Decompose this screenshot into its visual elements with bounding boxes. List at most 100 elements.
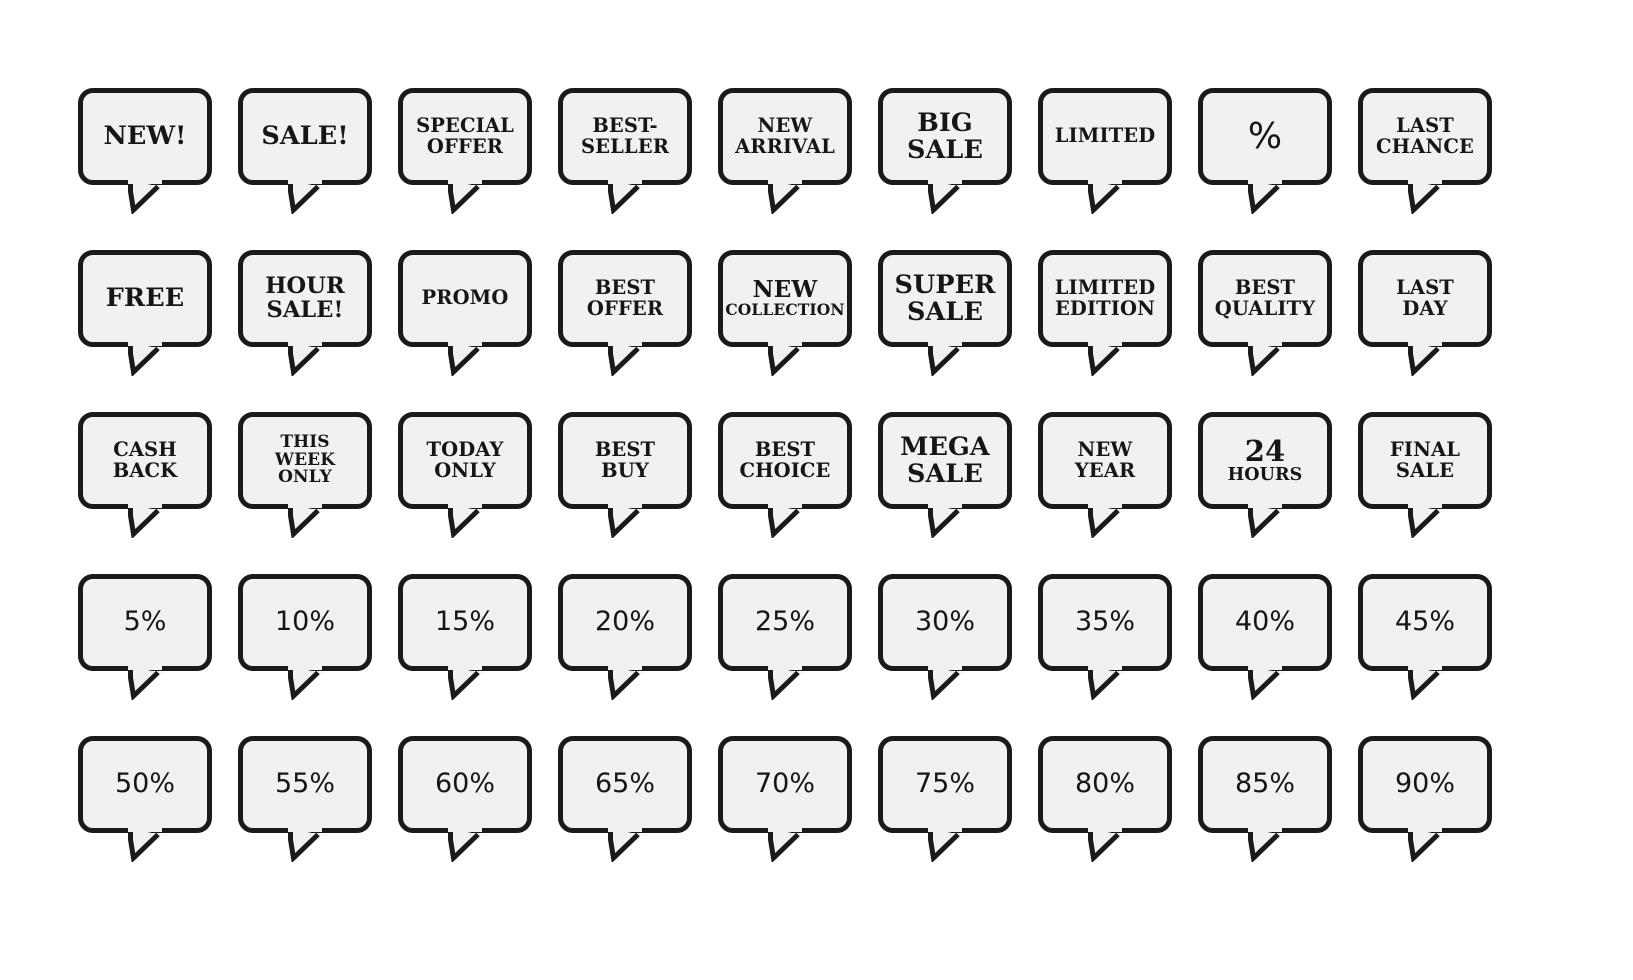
speech-bubble-pct-10[interactable]: 10% bbox=[238, 574, 372, 671]
bubble-tail-icon bbox=[768, 342, 820, 376]
bubble-tail-icon bbox=[768, 666, 820, 700]
badge-cell-hour-sale: HOUR SALE! bbox=[238, 250, 398, 376]
badge-line-primary: 24 bbox=[1244, 434, 1286, 469]
speech-bubble-last-day[interactable]: LAST DAY bbox=[1358, 250, 1492, 347]
speech-bubble-last-chance[interactable]: LAST CHANCE bbox=[1358, 88, 1492, 185]
badge-cell-last-day: LAST DAY bbox=[1358, 250, 1518, 376]
badge-label-new-year: NEW YEAR bbox=[1074, 438, 1136, 482]
badge-label-best-buy: BEST BUY bbox=[594, 438, 656, 482]
speech-bubble-pct-20[interactable]: 20% bbox=[558, 574, 692, 671]
badge-cell-best-seller: BEST- SELLER bbox=[558, 88, 718, 214]
badge-cell-pct-20: 20% bbox=[558, 574, 718, 700]
speech-bubble-limited[interactable]: LIMITED bbox=[1038, 88, 1172, 185]
speech-bubble-pct-25[interactable]: 25% bbox=[718, 574, 852, 671]
bubble-tail-icon bbox=[1248, 342, 1300, 376]
badge-cell-best-buy: BEST BUY bbox=[558, 412, 718, 538]
badge-label-pct-15: 15% bbox=[434, 606, 495, 638]
badge-label-pct-30: 30% bbox=[914, 606, 975, 638]
badge-cell-24-hours: 24 HOURS bbox=[1198, 412, 1358, 538]
speech-bubble-pct-90[interactable]: 90% bbox=[1358, 736, 1492, 833]
badge-label-pct-25: 25% bbox=[754, 606, 815, 638]
bubble-tail-icon bbox=[608, 504, 660, 538]
speech-bubble-pct-30[interactable]: 30% bbox=[878, 574, 1012, 671]
badge-cell-pct-70: 70% bbox=[718, 736, 878, 862]
speech-bubble-pct-85[interactable]: 85% bbox=[1198, 736, 1332, 833]
badge-cell-limited-edition: LIMITED EDITION bbox=[1038, 250, 1198, 376]
speech-bubble-promo[interactable]: PROMO bbox=[398, 250, 532, 347]
speech-bubble-new-arrival[interactable]: NEW ARRIVAL bbox=[718, 88, 852, 185]
badge-cell-pct-60: 60% bbox=[398, 736, 558, 862]
bubble-tail-icon bbox=[128, 666, 180, 700]
bubble-tail-icon bbox=[608, 342, 660, 376]
badge-cell-free: FREE bbox=[78, 250, 238, 376]
badge-grid: NEW! SALE! SPECIAL OFFER BEST- SELLER NEW AR… bbox=[78, 88, 1558, 862]
speech-bubble-pct-70[interactable]: 70% bbox=[718, 736, 852, 833]
badge-cell-pct-50: 50% bbox=[78, 736, 238, 862]
bubble-tail-icon bbox=[768, 828, 820, 862]
speech-bubble-pct-5[interactable]: 5% bbox=[78, 574, 212, 671]
speech-bubble-pct-60[interactable]: 60% bbox=[398, 736, 532, 833]
bubble-tail-icon bbox=[768, 504, 820, 538]
speech-bubble-sale[interactable]: SALE! bbox=[238, 88, 372, 185]
speech-bubble-final-sale[interactable]: FINAL SALE bbox=[1358, 412, 1492, 509]
speech-bubble-pct-65[interactable]: 65% bbox=[558, 736, 692, 833]
speech-bubble-percent[interactable]: % bbox=[1198, 88, 1332, 185]
speech-bubble-free[interactable]: FREE bbox=[78, 250, 212, 347]
badge-cell-pct-90: 90% bbox=[1358, 736, 1518, 862]
speech-bubble-pct-45[interactable]: 45% bbox=[1358, 574, 1492, 671]
speech-bubble-pct-15[interactable]: 15% bbox=[398, 574, 532, 671]
speech-bubble-pct-80[interactable]: 80% bbox=[1038, 736, 1172, 833]
speech-bubble-best-seller[interactable]: BEST- SELLER bbox=[558, 88, 692, 185]
speech-bubble-today-only[interactable]: TODAY ONLY bbox=[398, 412, 532, 509]
badge-label-pct-5: 5% bbox=[123, 606, 167, 638]
badge-label-best-seller: BEST- SELLER bbox=[580, 114, 670, 158]
badge-cell-promo: PROMO bbox=[398, 250, 558, 376]
bubble-tail-icon bbox=[128, 504, 180, 538]
bubble-tail-icon bbox=[448, 828, 500, 862]
badge-cell-mega-sale: MEGA SALE bbox=[878, 412, 1038, 538]
speech-bubble-best-choice[interactable]: BEST CHOICE bbox=[718, 412, 852, 509]
speech-bubble-pct-50[interactable]: 50% bbox=[78, 736, 212, 833]
speech-bubble-big-sale[interactable]: BIG SALE bbox=[878, 88, 1012, 185]
bubble-tail-icon bbox=[1408, 504, 1460, 538]
speech-bubble-mega-sale[interactable]: MEGA SALE bbox=[878, 412, 1012, 509]
badge-label-special-offer: SPECIAL OFFER bbox=[416, 114, 514, 158]
speech-bubble-best-offer[interactable]: BEST OFFER bbox=[558, 250, 692, 347]
bubble-tail-icon bbox=[928, 504, 980, 538]
speech-bubble-new-collection[interactable]: NEW COLLECTION bbox=[718, 250, 852, 347]
badge-label-pct-65: 65% bbox=[594, 768, 655, 800]
speech-bubble-limited-edition[interactable]: LIMITED EDITION bbox=[1038, 250, 1172, 347]
bubble-tail-icon bbox=[288, 504, 340, 538]
badge-cell-big-sale: BIG SALE bbox=[878, 88, 1038, 214]
speech-bubble-24-hours[interactable]: 24 HOURS bbox=[1198, 412, 1332, 509]
speech-bubble-special-offer[interactable]: SPECIAL OFFER bbox=[398, 88, 532, 185]
badge-cell-new: NEW! bbox=[78, 88, 238, 214]
badge-cell-new-arrival: NEW ARRIVAL bbox=[718, 88, 878, 214]
badge-cell-pct-80: 80% bbox=[1038, 736, 1198, 862]
speech-bubble-pct-40[interactable]: 40% bbox=[1198, 574, 1332, 671]
speech-bubble-pct-55[interactable]: 55% bbox=[238, 736, 372, 833]
speech-bubble-pct-35[interactable]: 35% bbox=[1038, 574, 1172, 671]
speech-bubble-cash-back[interactable]: CASH BACK bbox=[78, 412, 212, 509]
bubble-tail-icon bbox=[1408, 342, 1460, 376]
bubble-tail-icon bbox=[1088, 504, 1140, 538]
bubble-tail-icon bbox=[448, 666, 500, 700]
speech-bubble-new[interactable]: NEW! bbox=[78, 88, 212, 185]
badge-cell-last-chance: LAST CHANCE bbox=[1358, 88, 1518, 214]
speech-bubble-new-year[interactable]: NEW YEAR bbox=[1038, 412, 1172, 509]
badge-cell-sale: SALE! bbox=[238, 88, 398, 214]
badge-cell-best-choice: BEST CHOICE bbox=[718, 412, 878, 538]
badge-label-hour-sale: HOUR SALE! bbox=[265, 273, 345, 323]
bubble-tail-icon bbox=[1088, 342, 1140, 376]
speech-bubble-hour-sale[interactable]: HOUR SALE! bbox=[238, 250, 372, 347]
badge-cell-pct-5: 5% bbox=[78, 574, 238, 700]
speech-bubble-best-quality[interactable]: BEST QUALITY bbox=[1198, 250, 1332, 347]
speech-bubble-this-week-only[interactable]: THIS WEEK ONLY bbox=[238, 412, 372, 509]
badge-label-free: FREE bbox=[105, 283, 185, 314]
badge-cell-cash-back: CASH BACK bbox=[78, 412, 238, 538]
badge-label-pct-50: 50% bbox=[114, 768, 175, 800]
badge-label-best-quality: BEST QUALITY bbox=[1214, 276, 1316, 320]
speech-bubble-super-sale[interactable]: SUPER SALE bbox=[878, 250, 1012, 347]
speech-bubble-best-buy[interactable]: BEST BUY bbox=[558, 412, 692, 509]
speech-bubble-pct-75[interactable]: 75% bbox=[878, 736, 1012, 833]
